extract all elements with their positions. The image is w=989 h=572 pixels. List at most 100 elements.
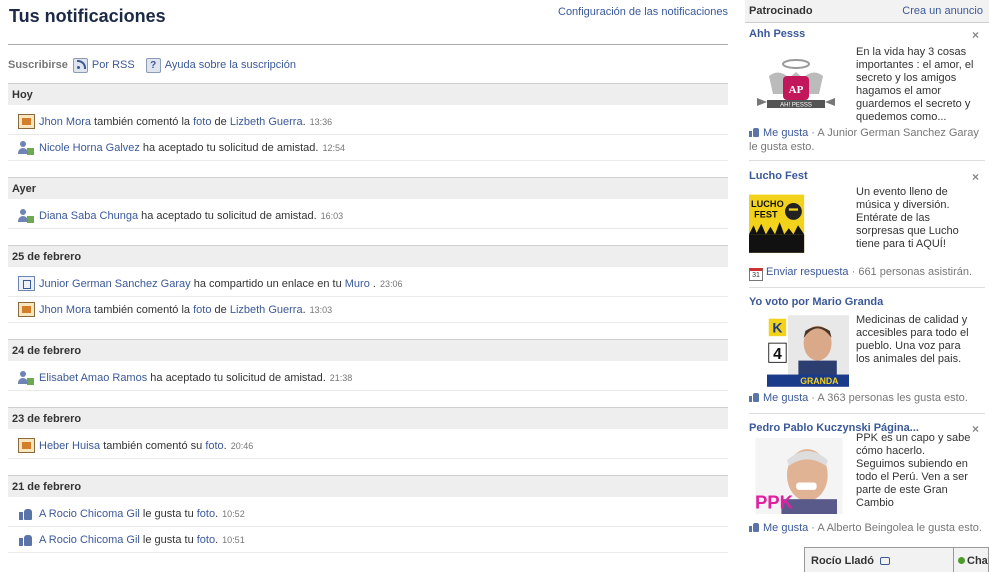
share-icon: [18, 276, 35, 291]
subscription-help-link[interactable]: ? Ayuda sobre la suscripción: [145, 57, 296, 73]
chat-bubble-icon: [880, 557, 891, 565]
notification-text: ha aceptado tu solicitud de amistad.: [139, 141, 319, 154]
notification-item: Nicole Horna Galvez ha aceptado tu solic…: [8, 135, 728, 161]
notification-item: Elisabet Amao Ramos ha aceptado tu solic…: [8, 365, 728, 391]
create-ad-link[interactable]: Crea un anuncio: [902, 5, 983, 17]
ad-text: Medicinas de calidad y accesibles para t…: [856, 314, 969, 365]
notification-section: 21 de febrero A Rocio Chicoma Gil le gust…: [8, 475, 728, 569]
notification-section: Ayer Diana Saba Chunga ha aceptado tu sol…: [8, 177, 728, 245]
page-header: Tus notificaciones Configuración de las …: [8, 0, 728, 45]
section-header: Hoy: [8, 83, 728, 105]
friend-icon: [18, 208, 35, 223]
notification-item: Diana Saba Chunga ha aceptado tu solicit…: [8, 203, 728, 229]
subscription-help-label[interactable]: Ayuda sobre la suscripción: [165, 59, 296, 71]
actor-link[interactable]: Jhon Mora: [39, 304, 91, 316]
page-title: Tus notificaciones: [9, 6, 166, 26]
object-link[interactable]: foto: [197, 534, 215, 546]
subscribe-label: Suscribirse: [8, 59, 68, 71]
notification-settings-link[interactable]: Configuración de las notificaciones: [558, 6, 728, 18]
timestamp: 10:51: [222, 534, 245, 545]
comment-icon: [18, 438, 35, 453]
ad-image-text: AH! PESSS: [780, 103, 812, 109]
like-link[interactable]: Me gusta: [763, 392, 808, 404]
svg-text:GRANDA: GRANDA: [800, 376, 839, 386]
comment-icon: [18, 302, 35, 317]
notification-text: también comentó la: [90, 303, 194, 316]
ad-title[interactable]: Lucho Fest: [749, 170, 985, 182]
section-header: Ayer: [8, 177, 728, 199]
ad-footer: Me gusta · A Alberto Beingolea le gusta …: [749, 521, 985, 535]
object-link[interactable]: Muro: [345, 278, 370, 290]
ad-footer: 31 Enviar respuesta · 661 personas asisti…: [749, 265, 985, 281]
actor-link[interactable]: Diana Saba Chunga: [39, 210, 138, 222]
ad-title[interactable]: Ahh Pesss: [749, 28, 985, 40]
person-link[interactable]: Lizbeth Guerra: [230, 116, 303, 128]
like-icon: [749, 127, 760, 137]
section-header: 23 de febrero: [8, 407, 728, 429]
notification-text: le gusta tu: [139, 507, 197, 520]
notification-text: .: [369, 277, 376, 290]
actor-link[interactable]: Elisabet Amao Ramos: [39, 372, 147, 384]
notification-item: Jhon Mora también comentó la foto de Liz…: [8, 297, 728, 323]
timestamp: 13:03: [309, 304, 333, 315]
actor-link[interactable]: Junior German Sanchez Garay: [39, 278, 191, 290]
svg-text:4: 4: [773, 346, 782, 363]
timestamp: 20:46: [230, 440, 254, 451]
rss-link-label[interactable]: Por RSS: [92, 59, 135, 71]
actor-link[interactable]: A Rocio Chicoma Gil: [39, 534, 140, 546]
online-dot-icon: [958, 557, 965, 564]
ad-image[interactable]: PPK: [749, 438, 849, 514]
object-link[interactable]: foto: [193, 304, 211, 316]
ad-ppk: Pedro Pablo Kuczynski Página... × PPK PP…: [749, 422, 985, 534]
svg-text:K: K: [772, 320, 782, 336]
close-icon[interactable]: ×: [972, 28, 979, 42]
actor-link[interactable]: Heber Huisa: [39, 440, 100, 452]
like-icon: [749, 392, 760, 402]
sponsored-header: Patrocinado Crea un anuncio: [745, 0, 989, 23]
svg-text:FEST: FEST: [754, 210, 778, 220]
like-icon: [18, 532, 35, 547]
notifications-panel: Tus notificaciones Configuración de las …: [8, 0, 728, 569]
object-link[interactable]: foto: [193, 116, 211, 128]
ad-divider: [749, 413, 985, 414]
calendar-icon: 31: [749, 268, 763, 281]
section-header: 21 de febrero: [8, 475, 728, 497]
chat-tab[interactable]: Chat: [954, 547, 989, 572]
friend-icon: [18, 370, 35, 385]
notification-text: ha compartido un enlace en tu: [190, 277, 345, 290]
rsvp-link[interactable]: Enviar respuesta: [766, 266, 849, 278]
actor-link[interactable]: Nicole Horna Galvez: [39, 142, 140, 154]
chat-tab-label: Chat: [967, 555, 988, 567]
ad-ahh-pesss: Ahh Pesss × AP AH! PESSS En la vida hay …: [749, 28, 985, 153]
notification-text: de: [211, 115, 230, 128]
ad-image[interactable]: AP AH! PESSS: [749, 46, 843, 128]
like-link[interactable]: Me gusta: [763, 127, 808, 139]
ad-image[interactable]: K 4 GRANDA: [767, 314, 849, 388]
like-link[interactable]: Me gusta: [763, 522, 808, 534]
timestamp: 23:06: [379, 278, 403, 289]
object-link[interactable]: foto: [197, 508, 215, 520]
actor-link[interactable]: Jhon Mora: [39, 116, 91, 128]
close-icon[interactable]: ×: [972, 170, 979, 184]
timestamp: 13:36: [309, 116, 333, 127]
notification-section: 24 de febrero Elisabet Amao Ramos ha acep…: [8, 339, 728, 407]
ad-text: PPK es un capo y sabe cómo hacerlo. Segu…: [856, 432, 971, 509]
help-icon: ?: [145, 57, 161, 73]
chat-bar: Rocío Lladó Chat: [804, 547, 989, 572]
notification-text: de: [211, 303, 230, 316]
actor-link[interactable]: A Rocio Chicoma Gil: [39, 508, 140, 520]
ad-divider: [749, 287, 985, 288]
ad-title[interactable]: Yo voto por Mario Granda: [749, 296, 985, 308]
notification-list: Hoy Jhon Mora también comentó la foto de …: [8, 83, 728, 569]
person-link[interactable]: Lizbeth Guerra: [230, 304, 303, 316]
ad-image[interactable]: LUCHO FEST: [749, 188, 821, 264]
notification-text: también comentó su: [100, 439, 206, 452]
like-icon: [749, 522, 760, 532]
chat-user-tab[interactable]: Rocío Lladó: [804, 547, 954, 572]
notification-item: A Rocio Chicoma Gil le gusta tu foto. 10:…: [8, 501, 728, 527]
rss-link[interactable]: Por RSS: [72, 57, 135, 73]
svg-text:LUCHO: LUCHO: [751, 199, 784, 209]
ad-footer: Me gusta · A Junior German Sanchez Garay…: [749, 126, 985, 154]
timestamp: 10:52: [222, 508, 245, 519]
object-link[interactable]: foto: [205, 440, 223, 452]
